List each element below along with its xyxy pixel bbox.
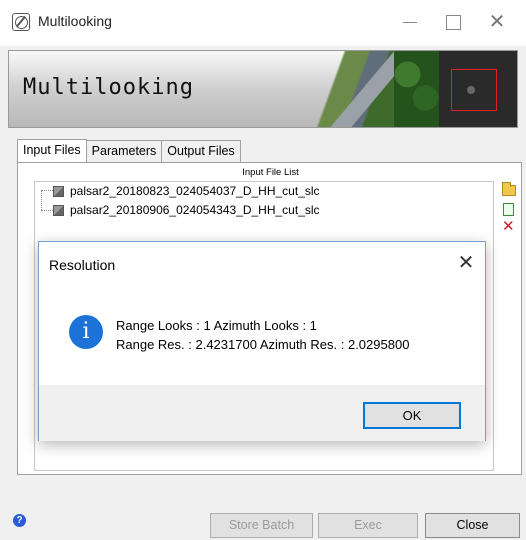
list-item[interactable]: palsar2_20180823_024054037_D_HH_cut_slc [53,184,320,198]
tab-output-files[interactable]: Output Files [161,140,241,162]
title-bar: Multilooking ✕ [0,0,526,46]
tab-parameters[interactable]: Parameters [85,140,163,162]
new-page-icon[interactable] [503,203,514,216]
banner-image [299,51,517,127]
header-banner: Multilooking [8,50,518,128]
maximize-button[interactable] [438,10,468,34]
dialog-close-icon[interactable]: ✕ [454,250,478,275]
list-item[interactable]: palsar2_20180906_024054343_D_HH_cut_slc [53,203,320,217]
delete-x-icon[interactable]: ✕ [502,219,515,235]
close-button[interactable]: Close [425,513,520,538]
sar-highlight-box [451,69,497,111]
ok-button[interactable]: OK [363,402,461,429]
store-batch-button[interactable]: Store Batch [210,513,313,538]
app-icon [12,13,30,31]
tab-bar: Input Files Parameters Output Files [17,139,241,162]
exec-button[interactable]: Exec [318,513,418,538]
tab-input-files[interactable]: Input Files [17,139,87,162]
looks-text: Range Looks : 1 Azimuth Looks : 1 [116,318,317,333]
input-file-list-caption: Input File List [242,167,299,178]
resolution-text: Range Res. : 2.4231700 Azimuth Res. : 2.… [116,337,410,352]
dialog-title: Resolution [49,257,116,273]
help-icon[interactable]: ? [13,514,26,527]
minimize-button[interactable] [395,10,425,34]
banner-title: Multilooking [23,75,194,100]
file-icon [53,204,64,216]
info-icon: i [69,315,103,349]
folder-open-icon[interactable] [502,182,516,196]
window-title: Multilooking [38,13,112,29]
close-window-button[interactable]: ✕ [482,10,512,34]
file-name: palsar2_20180823_024054037_D_HH_cut_slc [70,184,320,198]
file-name: palsar2_20180906_024054343_D_HH_cut_slc [70,203,320,217]
resolution-dialog: Resolution ✕ i Range Looks : 1 Azimuth L… [38,241,486,441]
file-icon [53,185,64,197]
